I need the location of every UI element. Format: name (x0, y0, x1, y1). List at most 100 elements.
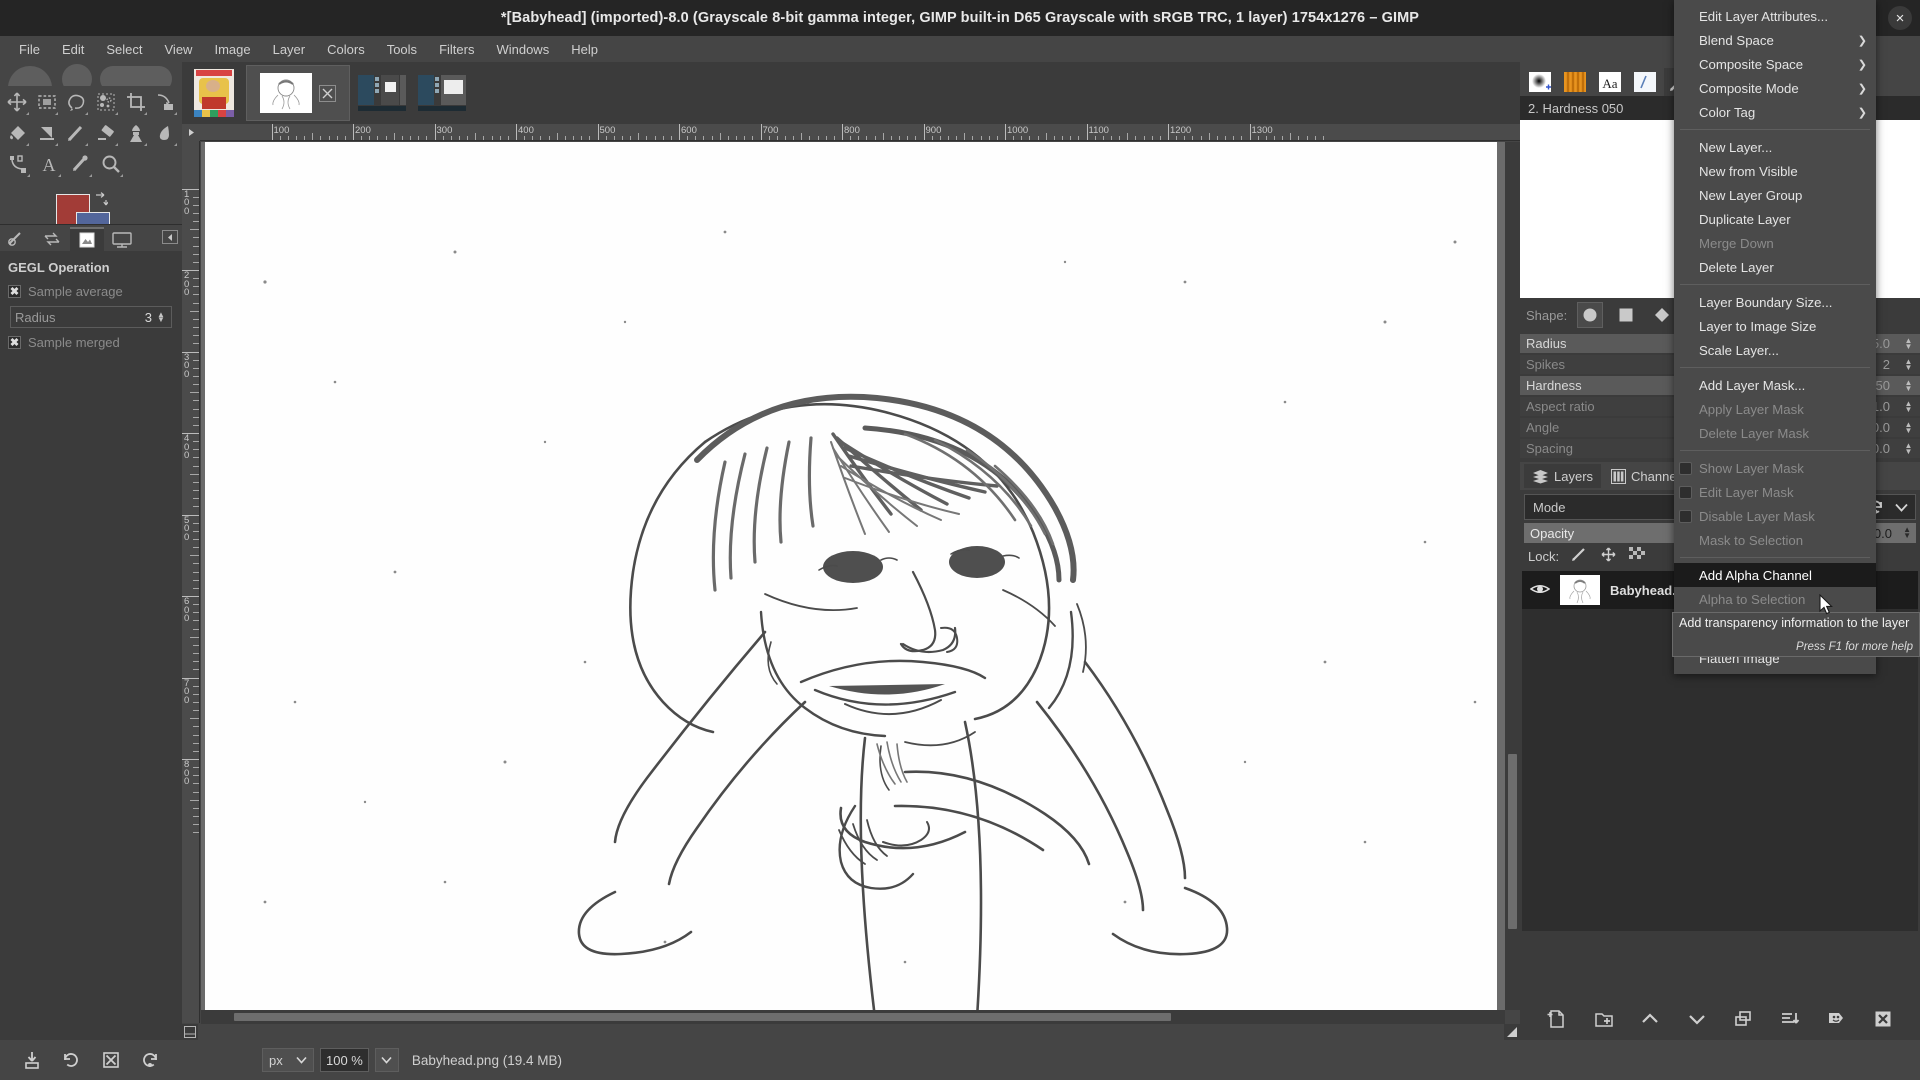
tab-tool-options[interactable]: i (0, 227, 34, 251)
square-shape-icon[interactable] (1613, 302, 1639, 328)
tab-images[interactable] (70, 227, 104, 251)
save-tool-options-icon[interactable] (21, 1049, 43, 1071)
ruler-origin-icon[interactable] (182, 124, 200, 141)
close-icon[interactable]: × (1888, 6, 1912, 30)
menu-item-composite-space[interactable]: Composite Space ❯ (1674, 52, 1876, 76)
move-tool[interactable] (3, 87, 31, 116)
mode-dropdown-icon[interactable] (1889, 496, 1913, 518)
menu-help[interactable]: Help (560, 39, 609, 60)
menu-item-new-layer-group[interactable]: New Layer Group (1674, 183, 1876, 207)
brush-slider-stepper[interactable]: ▲ ▼ (1903, 357, 1914, 371)
opacity-stepper[interactable]: ▲ ▼ (1903, 526, 1911, 540)
rectangle-select-tool[interactable] (33, 87, 61, 116)
scrollbar-thumb[interactable] (234, 1013, 1171, 1021)
new-layer-icon[interactable] (1547, 1009, 1567, 1032)
dock-menu-icon[interactable] (162, 230, 178, 244)
menu-item-delete-layer[interactable]: Delete Layer (1674, 255, 1876, 279)
gradient-tool[interactable] (33, 118, 61, 147)
brush-slider-stepper[interactable]: ▲ ▼ (1903, 336, 1914, 350)
menu-select[interactable]: Select (95, 39, 153, 60)
lower-layer-icon[interactable] (1687, 1009, 1707, 1032)
tab-documents[interactable] (1629, 68, 1661, 96)
delete-tool-options-icon[interactable] (100, 1049, 122, 1071)
smudge-tool[interactable] (151, 118, 179, 147)
reset-tool-options-icon[interactable] (139, 1049, 161, 1071)
fuzzy-select-tool[interactable] (92, 87, 120, 116)
eraser-tool[interactable] (92, 118, 120, 147)
tab-brushes[interactable] (1524, 68, 1556, 96)
menu-tools[interactable]: Tools (376, 39, 428, 60)
layer-context-menu[interactable]: Edit Layer Attributes... Blend Space ❯ Comp… (1674, 0, 1876, 674)
pencil-tool[interactable] (62, 118, 90, 147)
menu-windows[interactable]: Windows (485, 39, 560, 60)
color-picker-tool[interactable] (65, 149, 94, 178)
duplicate-layer-icon[interactable] (1733, 1009, 1753, 1032)
menu-item-edit-layer-attributes[interactable]: Edit Layer Attributes... (1674, 4, 1876, 28)
unit-selector[interactable]: px (262, 1048, 314, 1072)
menu-filters[interactable]: Filters (428, 39, 485, 60)
brush-slider-stepper[interactable]: ▲ ▼ (1903, 420, 1914, 434)
image-tab-screenshot-1[interactable] (354, 65, 410, 121)
brush-slider-stepper[interactable]: ▲ ▼ (1903, 378, 1914, 392)
menu-file[interactable]: File (8, 39, 51, 60)
canvas-viewport[interactable] (201, 142, 1505, 1010)
scrollbar-thumb[interactable] (1508, 754, 1517, 929)
menu-image[interactable]: Image (203, 39, 261, 60)
menu-item-layer-boundary-size[interactable]: Layer Boundary Size... (1674, 290, 1876, 314)
menu-edit[interactable]: Edit (51, 39, 95, 60)
brush-slider-stepper[interactable]: ▲ ▼ (1903, 441, 1914, 455)
menu-item-scale-layer[interactable]: Scale Layer... (1674, 338, 1876, 362)
menu-item-new-layer[interactable]: New Layer... (1674, 135, 1876, 159)
image-tab-screenshot-2[interactable] (414, 65, 470, 121)
menu-item-duplicate-layer[interactable]: Duplicate Layer (1674, 207, 1876, 231)
image-canvas[interactable] (205, 142, 1497, 1010)
canvas-horizontal-scrollbar[interactable] (201, 1010, 1505, 1024)
quick-mask-toggle-icon[interactable] (182, 1024, 198, 1040)
sample-average-checkbox[interactable]: ✖ (8, 285, 21, 298)
menu-item-composite-mode[interactable]: Composite Mode ❯ (1674, 76, 1876, 100)
menu-item-add-alpha-channel[interactable]: Add Alpha Channel (1674, 563, 1876, 587)
text-tool[interactable]: A (34, 149, 63, 178)
vertical-ruler[interactable]: 100 200 300 400 500 600 700 800 (182, 141, 200, 1023)
circle-shape-icon[interactable] (1577, 302, 1604, 328)
tab-fonts[interactable]: Aa (1594, 68, 1626, 96)
image-tab-babyhead[interactable] (246, 65, 350, 121)
diamond-shape-icon[interactable] (1649, 302, 1675, 328)
lock-position-icon[interactable] (1600, 547, 1617, 565)
bucket-fill-tool[interactable] (3, 118, 31, 147)
menu-item-new-from-visible[interactable]: New from Visible (1674, 159, 1876, 183)
lock-pixels-icon[interactable] (1571, 547, 1588, 565)
checkbox[interactable] (1679, 485, 1692, 499)
tab-patterns[interactable] (1559, 68, 1591, 96)
checkbox[interactable] (1679, 509, 1692, 523)
close-tab-icon[interactable] (319, 84, 336, 102)
menu-view[interactable]: View (154, 39, 204, 60)
crop-tool[interactable] (122, 87, 150, 116)
free-select-tool[interactable] (62, 87, 90, 116)
clone-tool[interactable] (122, 118, 150, 147)
canvas-vertical-scrollbar[interactable] (1505, 142, 1520, 1010)
sample-average-option[interactable]: ✖ Sample average (4, 281, 178, 302)
menu-item-blend-space[interactable]: Blend Space ❯ (1674, 28, 1876, 52)
raise-layer-icon[interactable] (1640, 1009, 1660, 1032)
tab-templates[interactable] (105, 227, 139, 251)
transform-tool[interactable] (151, 87, 179, 116)
swap-colors-icon[interactable] (94, 192, 109, 206)
radius-stepper[interactable]: ▲ ▼ (157, 311, 167, 324)
restore-tool-options-icon[interactable] (60, 1049, 82, 1071)
zoom-dropdown-button[interactable] (374, 1048, 399, 1072)
delete-layer-icon[interactable] (1873, 1009, 1893, 1032)
paths-tool[interactable] (3, 149, 32, 178)
layer-visibility-icon[interactable] (1529, 582, 1551, 599)
lock-alpha-icon[interactable] (1629, 547, 1646, 565)
zoom-input[interactable]: 100 % (320, 1048, 369, 1072)
menu-item-color-tag[interactable]: Color Tag ❯ (1674, 100, 1876, 124)
sample-merged-option[interactable]: ✖ Sample merged (4, 332, 178, 353)
radius-spinner[interactable]: Radius 3 ▲ ▼ (10, 306, 172, 328)
sample-merged-checkbox[interactable]: ✖ (8, 336, 21, 349)
menu-colors[interactable]: Colors (316, 39, 376, 60)
menu-layer[interactable]: Layer (262, 39, 317, 60)
merge-down-icon[interactable] (1780, 1009, 1800, 1032)
horizontal-ruler[interactable]: 100 200 300 400 500 600 700 800 900 1000 1100 1200 1… (200, 124, 1520, 141)
menu-item-layer-to-image-size[interactable]: Layer to Image Size (1674, 314, 1876, 338)
